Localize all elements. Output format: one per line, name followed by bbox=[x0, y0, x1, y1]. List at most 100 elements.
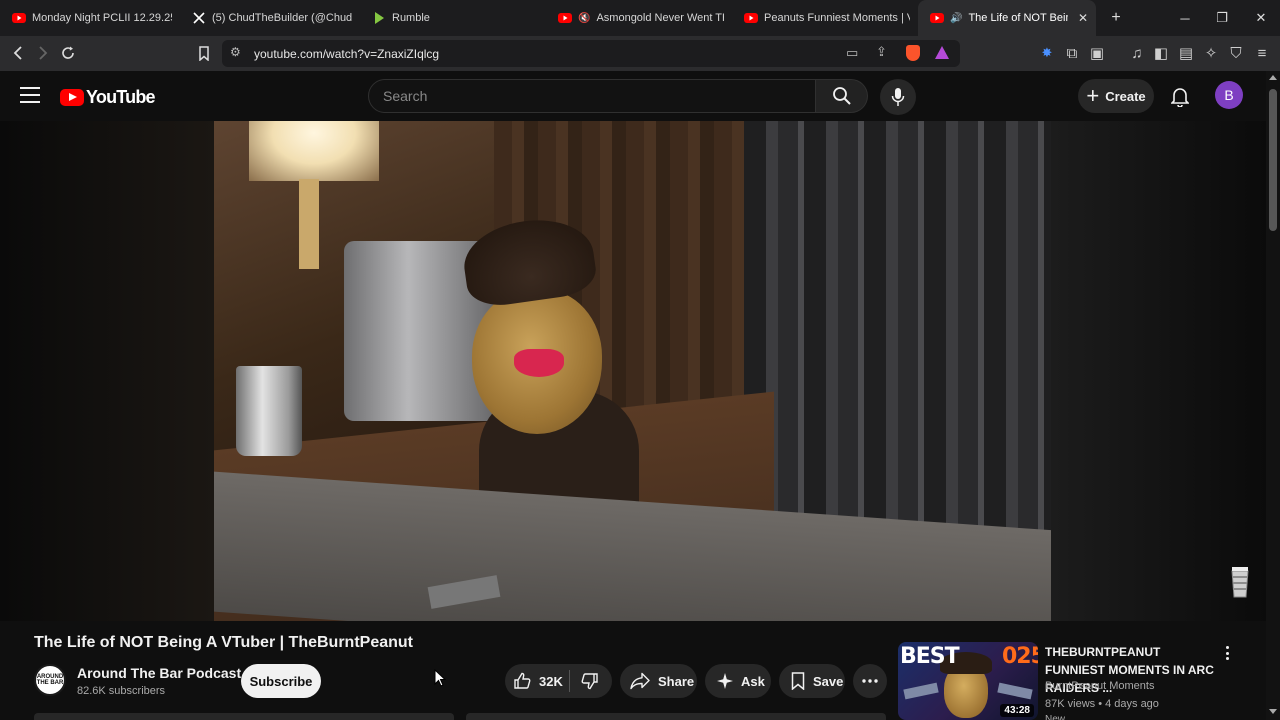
youtube-header: YouTube Search + Create B bbox=[0, 71, 1280, 121]
like-dislike-group: 32K bbox=[505, 664, 612, 698]
back-icon[interactable] bbox=[5, 40, 31, 66]
speaker-icon[interactable]: 🔊 bbox=[950, 13, 962, 24]
channel-watermark-icon[interactable] bbox=[1228, 565, 1252, 599]
close-window-button[interactable]: ✕ bbox=[1242, 0, 1280, 36]
youtube-icon bbox=[744, 11, 758, 25]
save-button[interactable]: Save bbox=[779, 664, 845, 698]
ask-label: Ask bbox=[741, 673, 765, 689]
cast-icon[interactable]: ▭ bbox=[846, 45, 858, 61]
media-icon[interactable]: ♫ bbox=[1124, 40, 1150, 66]
notifications-icon[interactable] bbox=[1168, 83, 1192, 109]
ambient-glow-right bbox=[1051, 121, 1266, 621]
create-button[interactable]: + Create bbox=[1078, 79, 1154, 113]
create-label: Create bbox=[1105, 88, 1146, 104]
scene-mouth bbox=[514, 349, 564, 377]
forward-icon[interactable] bbox=[30, 40, 56, 66]
more-actions-button[interactable] bbox=[853, 664, 887, 698]
scrollbar-thumb[interactable] bbox=[1269, 89, 1277, 231]
thumb-text-best: BEST bbox=[900, 644, 960, 669]
share-icon bbox=[630, 672, 650, 690]
ask-button[interactable]: Ask bbox=[705, 664, 771, 698]
recommended-video-menu-icon[interactable] bbox=[1221, 644, 1233, 662]
thumb-text-year: 025 bbox=[1002, 644, 1038, 669]
thumbs-down-icon bbox=[581, 673, 598, 690]
x-icon bbox=[192, 11, 206, 25]
bookmark-icon[interactable] bbox=[191, 40, 217, 66]
split-view-icon[interactable]: ◧ bbox=[1148, 40, 1174, 66]
search-button[interactable] bbox=[816, 79, 868, 113]
extensions-puzzle-icon[interactable]: ⧉ bbox=[1059, 40, 1085, 66]
thumb-weapon-right bbox=[997, 682, 1033, 700]
like-button[interactable]: 32K bbox=[505, 664, 569, 698]
plus-icon: + bbox=[1111, 9, 1121, 26]
recommended-video-thumbnail[interactable]: BEST 025 43:28 bbox=[898, 642, 1038, 720]
save-bookmark-icon bbox=[791, 672, 805, 690]
url-text: youtube.com/watch?v=ZnaxiZIqlcg bbox=[254, 46, 440, 61]
leo-ai-icon[interactable]: ✧ bbox=[1198, 40, 1224, 66]
browser-menu-icon[interactable]: ≡ bbox=[1249, 40, 1275, 66]
subscribe-button[interactable]: Subscribe bbox=[241, 664, 321, 698]
youtube-logo[interactable]: YouTube bbox=[60, 87, 156, 108]
youtube-icon bbox=[12, 11, 26, 25]
browser-tab-5[interactable]: Peanuts Funniest Moments | Vol bbox=[732, 0, 918, 36]
youtube-wordmark: YouTube bbox=[86, 87, 156, 107]
search-input[interactable]: Search bbox=[368, 79, 816, 113]
mouse-cursor-icon bbox=[434, 669, 446, 687]
wallet-icon[interactable]: ▤ bbox=[1173, 40, 1199, 66]
video-title: The Life of NOT Being A VTuber | TheBurn… bbox=[34, 634, 413, 651]
browser-tab-1[interactable]: Monday Night PCLII 12.29.25 - F bbox=[0, 0, 180, 36]
sidebar-icon[interactable]: ▣ bbox=[1084, 40, 1110, 66]
youtube-icon bbox=[558, 11, 572, 25]
browser-tab-2[interactable]: (5) ChudTheBuilder (@ChudThe bbox=[180, 0, 360, 36]
share-page-icon[interactable]: ⇪ bbox=[876, 44, 887, 60]
reload-icon[interactable] bbox=[55, 40, 81, 66]
video-frame[interactable] bbox=[214, 121, 1051, 621]
browser-tab-strip: Monday Night PCLII 12.29.25 - F (5) Chud… bbox=[0, 0, 1280, 36]
search-icon bbox=[832, 87, 851, 105]
scene-lamp-base bbox=[299, 179, 319, 269]
channel-name[interactable]: Around The Bar Podcast bbox=[77, 665, 241, 681]
scene-ice-bucket bbox=[236, 366, 302, 456]
brave-rewards-icon[interactable] bbox=[935, 46, 949, 59]
thumbs-up-icon bbox=[514, 672, 531, 689]
browser-tab-4[interactable]: 🔇 Asmongold Never Went TH bbox=[546, 0, 732, 36]
extension-icon[interactable]: ✸ bbox=[1034, 40, 1060, 66]
save-label: Save bbox=[813, 673, 844, 689]
dislike-button[interactable] bbox=[570, 664, 610, 698]
browser-tab-3[interactable]: Rumble bbox=[360, 0, 546, 36]
plus-icon: + bbox=[1086, 83, 1100, 108]
browser-tab-active[interactable]: 🔊 The Life of NOT Being A ✕ bbox=[918, 0, 1096, 36]
close-tab-icon[interactable]: ✕ bbox=[1078, 11, 1088, 25]
tab-title: The Life of NOT Being A bbox=[968, 12, 1067, 24]
share-button[interactable]: Share bbox=[620, 664, 697, 698]
vpn-icon[interactable]: ⛉ bbox=[1223, 40, 1249, 66]
tab-title: Monday Night PCLII 12.29.25 - F bbox=[32, 12, 172, 24]
brave-shield-icon[interactable] bbox=[906, 45, 920, 61]
muted-speaker-icon[interactable]: 🔇 bbox=[578, 13, 590, 24]
voice-search-button[interactable] bbox=[880, 79, 916, 115]
video-player[interactable] bbox=[0, 121, 1266, 621]
microphone-icon bbox=[891, 88, 905, 106]
page-scrollbar[interactable] bbox=[1266, 71, 1280, 720]
menu-icon[interactable] bbox=[20, 87, 40, 103]
channel-avatar[interactable]: AROUND THE BAR bbox=[34, 664, 66, 696]
address-bar[interactable]: ⚙ youtube.com/watch?v=ZnaxiZIqlcg ▭ ⇪ bbox=[222, 40, 960, 67]
tab-title: Peanuts Funniest Moments | Vol bbox=[764, 12, 910, 24]
tab-title: Asmongold Never Went TH bbox=[596, 12, 724, 24]
ambient-glow-left bbox=[0, 121, 214, 621]
tab-title: (5) ChudTheBuilder (@ChudThe bbox=[212, 12, 352, 24]
youtube-play-icon bbox=[60, 89, 84, 106]
new-tab-button[interactable]: + bbox=[1096, 0, 1136, 36]
browser-toolbar: ⚙ youtube.com/watch?v=ZnaxiZIqlcg ▭ ⇪ ✸ … bbox=[0, 36, 1280, 71]
restore-button[interactable]: ❐ bbox=[1203, 0, 1241, 36]
more-horizontal-icon bbox=[862, 679, 878, 683]
account-avatar[interactable]: B bbox=[1215, 81, 1243, 109]
site-settings-icon[interactable]: ⚙ bbox=[230, 45, 241, 59]
scroll-up-arrow-icon[interactable] bbox=[1269, 75, 1277, 80]
video-duration: 43:28 bbox=[1000, 704, 1034, 717]
scroll-down-arrow-icon[interactable] bbox=[1269, 709, 1277, 714]
recommended-video-channel[interactable]: BurntPeanut Moments bbox=[1045, 680, 1154, 692]
tab-title: Rumble bbox=[392, 12, 430, 24]
sparkle-icon bbox=[717, 673, 733, 689]
minimize-button[interactable]: ─ bbox=[1166, 0, 1204, 36]
